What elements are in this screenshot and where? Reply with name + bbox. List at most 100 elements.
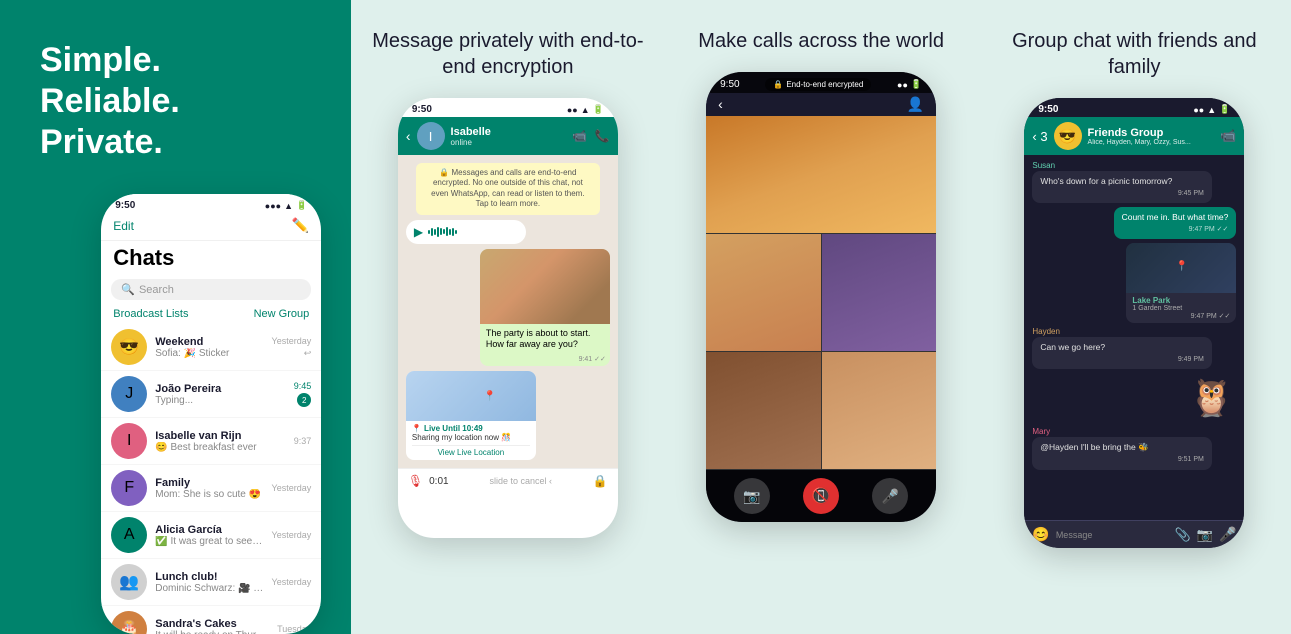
recording-bar: 🎙 0:01 slide to cancel ‹ 🔒 <box>398 468 618 493</box>
sent-image-message: The party is about to start. How far awa… <box>480 249 610 366</box>
end-call-button[interactable]: 📵 <box>803 478 839 514</box>
chat-item-isabelle[interactable]: I Isabelle van Rijn 😊 Best breakfast eve… <box>101 418 321 465</box>
slide-to-cancel: slide to cancel ‹ <box>455 476 587 486</box>
attach-icon[interactable]: 📎 <box>1175 527 1191 543</box>
call-controls: 📷 📵 🎤 <box>706 470 936 522</box>
video-status-bar: 9:50 🔒 End-to-end encrypted ●●🔋 <box>706 72 936 93</box>
view-location-button[interactable]: View Live Location <box>412 445 530 457</box>
location-map-2: 📍 <box>1126 243 1236 293</box>
panel-4: Group chat with friends and family 9:50 … <box>978 0 1291 634</box>
recording-time: 0:01 <box>429 476 448 487</box>
mic-icon-group[interactable]: 🎤 <box>1219 526 1236 543</box>
chat-item-alicia[interactable]: A Alicia García ✅ It was great to see yo… <box>101 512 321 559</box>
status-icons-1: ●●● ▲ 🔋 <box>265 200 307 211</box>
emoji-icon[interactable]: 😊 <box>1032 526 1049 543</box>
chat-item-joao[interactable]: J João Pereira Typing... 9:45 2 <box>101 371 321 418</box>
chat-info-weekend: Weekend Sofia: 🎉 Sticker <box>155 336 263 359</box>
msg-susan: Susan Who's down for a picnic tomorrow? … <box>1032 161 1236 203</box>
broadcast-lists-link[interactable]: Broadcast Lists <box>113 308 188 320</box>
panel-3: Make calls across the world 9:50 🔒 End-t… <box>665 0 978 634</box>
search-icon: 🔍 <box>121 283 135 296</box>
chat-info-isabelle: Isabelle van Rijn 😊 Best breakfast ever <box>155 430 285 453</box>
compose-icon[interactable]: ✏️ <box>292 217 309 234</box>
status-bar-1: 9:50 ●●● ▲ 🔋 <box>101 194 321 213</box>
bubble-sent-1: Count me in. But what time? 9:47 PM ✓✓ <box>1114 207 1237 239</box>
chat-item-sandra[interactable]: 🎂 Sandra's Cakes It will be ready on Thu… <box>101 606 321 634</box>
panel-2: Message privately with end-to-end encryp… <box>351 0 664 634</box>
location-message[interactable]: 📍 📍 Live Until 10:49 Sharing my location… <box>406 371 536 460</box>
person-icon-3[interactable]: 👤 <box>907 96 924 113</box>
msg-mary: Mary @Hayden I'll be bring the 🐝 9:51 PM <box>1032 427 1236 469</box>
video-tile-5 <box>822 352 937 469</box>
video-tile-3 <box>822 234 937 351</box>
bubble-hayden: Can we go here? 9:49 PM <box>1032 337 1212 369</box>
sticker-bubble: 🦉 <box>1186 373 1236 423</box>
new-group-link[interactable]: New Group <box>254 308 310 320</box>
avatar-joao: J <box>111 376 147 412</box>
phone-1: 9:50 ●●● ▲ 🔋 Edit ✏️ Chats 🔍 Search Broa… <box>101 194 321 634</box>
chat-info-family: Family Mom: She is so cute 😍 <box>155 477 263 500</box>
panel-4-subtitle: Group chat with friends and family <box>994 28 1275 80</box>
group-header: ‹ 3 😎 Friends Group Alice, Hayden, Mary,… <box>1024 117 1244 155</box>
avatar-weekend: 😎 <box>111 329 147 365</box>
avatar-alicia: A <box>111 517 147 553</box>
chat-item-lunch[interactable]: 👥 Lunch club! Dominic Schwarz: 🎥 GIF Yes… <box>101 559 321 606</box>
group-input-bar: 😊 Message 📎 📷 🎤 <box>1024 520 1244 548</box>
video-tile-4 <box>706 352 821 469</box>
chats-title: Chats <box>101 241 321 275</box>
mic-icon: 🎙 <box>408 474 423 488</box>
chat-header: Edit ✏️ <box>101 213 321 241</box>
avatar-lunch: 👥 <box>111 564 147 600</box>
panel-3-subtitle: Make calls across the world <box>698 28 944 54</box>
chat-info-lunch: Lunch club! Dominic Schwarz: 🎥 GIF <box>155 571 263 594</box>
panel-1-headline: Simple.Reliable.Private. <box>40 40 180 162</box>
call-top-bar: ‹ 👤 <box>706 93 936 116</box>
group-avatar: 😎 <box>1054 122 1082 150</box>
search-placeholder: Search <box>139 284 174 296</box>
phone-call-icon[interactable]: 📞 <box>595 129 610 143</box>
lock-icon-2: 🔒 <box>773 80 783 89</box>
group-chat-screen: 9:50 ●●▲🔋 ‹ 3 😎 Friends Group Alice, Hay… <box>1024 98 1244 548</box>
bubble-susan: Who's down for a picnic tomorrow? 9:45 P… <box>1032 171 1212 203</box>
group-messages: Susan Who's down for a picnic tomorrow? … <box>1024 155 1244 520</box>
chat-item-family[interactable]: F Family Mom: She is so cute 😍 Yesterday <box>101 465 321 512</box>
video-call-icon[interactable]: 📹 <box>572 129 587 143</box>
phone-2: 9:50 ●●▲🔋 ‹ I Isabelle online 📹 📞 🔒 Mess… <box>398 98 618 538</box>
msg-header-2: ‹ I Isabelle online 📹 📞 <box>398 117 618 155</box>
video-tile-2 <box>706 234 821 351</box>
chat-list-header: Broadcast Lists New Group <box>101 306 321 324</box>
group-back-button[interactable]: ‹ 3 <box>1032 129 1047 144</box>
location-pin-icon-2: 📍 <box>1176 261 1188 272</box>
group-members: Alice, Hayden, Mary, Ozzy, Sus... <box>1088 139 1215 146</box>
edit-button[interactable]: Edit <box>113 219 134 233</box>
video-grid <box>706 116 936 470</box>
lock-icon: 🔒 <box>593 474 608 488</box>
sharing-text: Sharing my location now 🎊 <box>412 433 530 442</box>
msg-screen-2: 🔒 Messages and calls are end-to-end encr… <box>398 155 618 468</box>
group-name: Friends Group <box>1088 127 1215 139</box>
chat-info-sandra: Sandra's Cakes It will be ready on Thurs… <box>155 618 269 634</box>
mute-button[interactable]: 🎤 <box>872 478 908 514</box>
audio-message[interactable]: ▶ <box>406 220 526 244</box>
avatar-isabelle: I <box>111 423 147 459</box>
panel-2-subtitle: Message privately with end-to-end encryp… <box>367 28 648 80</box>
video-call-screen: 9:50 🔒 End-to-end encrypted ●●🔋 ‹ 👤 📷 <box>706 72 936 522</box>
bubble-mary: @Hayden I'll be bring the 🐝 9:51 PM <box>1032 437 1212 469</box>
live-location-label: 📍 Live Until 10:49 <box>412 424 530 433</box>
avatar-family: F <box>111 470 147 506</box>
location-map: 📍 <box>406 371 536 421</box>
chat-info-alicia: Alicia García ✅ It was great to see you!… <box>155 524 263 547</box>
search-bar[interactable]: 🔍 Search <box>111 279 311 300</box>
bubble-location[interactable]: 📍 Lake Park 1 Garden Street 9:47 PM ✓✓ <box>1126 243 1236 323</box>
status-bar-2: 9:50 ●●▲🔋 <box>398 98 618 117</box>
chat-info-joao: João Pereira Typing... <box>155 383 285 406</box>
chat-item-weekend[interactable]: 😎 Weekend Sofia: 🎉 Sticker Yesterday ↩ <box>101 324 321 371</box>
group-call-icon[interactable]: 📹 <box>1220 128 1236 144</box>
back-button-3[interactable]: ‹ <box>718 96 723 113</box>
back-button-2[interactable]: ‹ <box>406 128 411 144</box>
encrypted-badge: 🔒 End-to-end encrypted <box>765 78 871 91</box>
play-icon[interactable]: ▶ <box>414 225 423 239</box>
camera-icon-group[interactable]: 📷 <box>1197 527 1213 543</box>
camera-button[interactable]: 📷 <box>734 478 770 514</box>
group-status-bar: 9:50 ●●▲🔋 <box>1024 98 1244 117</box>
